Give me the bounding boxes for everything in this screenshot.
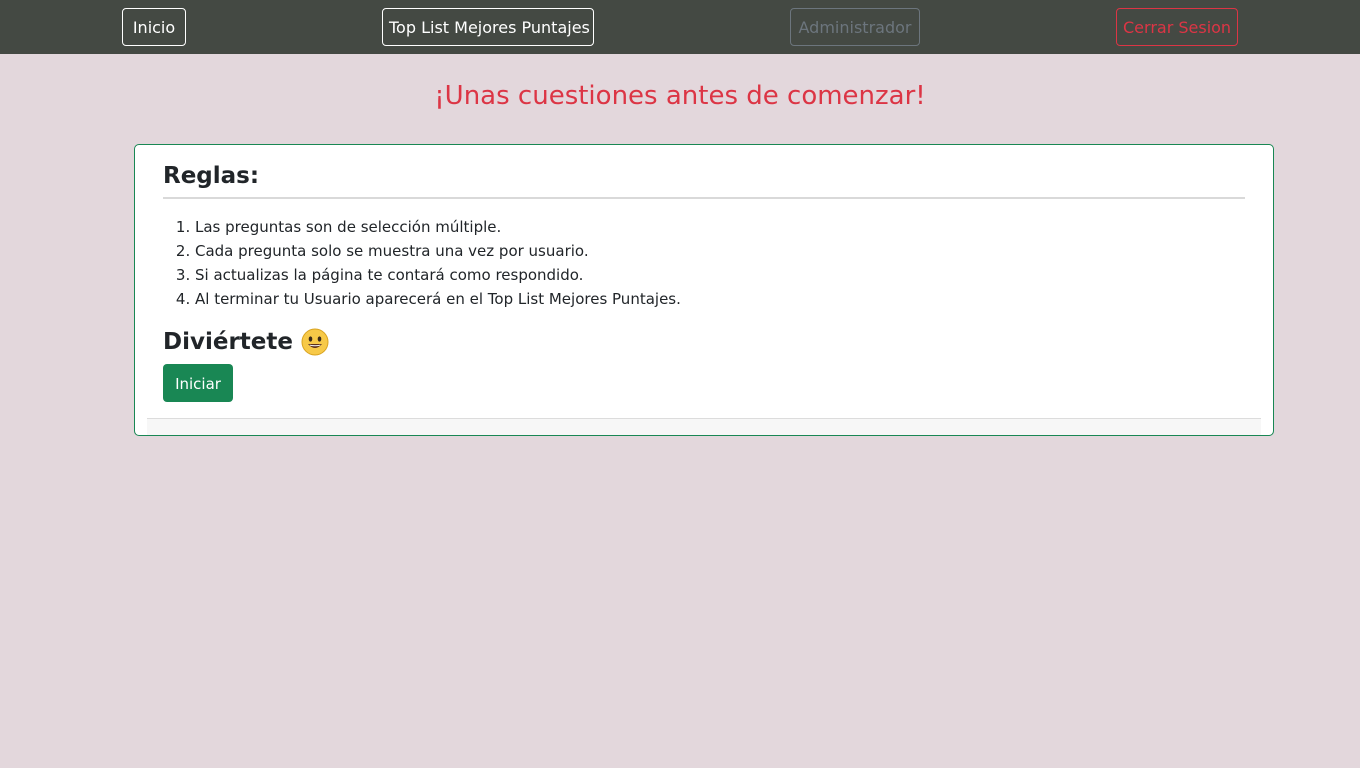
rules-list: Las preguntas son de selección múltiple.… <box>163 215 681 311</box>
smile-icon <box>301 328 329 356</box>
rule-item: Si actualizas la página te contará como … <box>195 263 681 287</box>
page-title: ¡Unas cuestiones antes de comenzar! <box>434 81 926 111</box>
card-footer <box>147 418 1261 435</box>
top-navbar: Inicio Top List Mejores Puntajes Adminis… <box>0 0 1360 54</box>
administrador-button[interactable]: Administrador <box>790 8 920 46</box>
fun-heading: Diviértete <box>163 325 329 359</box>
rule-item: Cada pregunta solo se muestra una vez po… <box>195 239 681 263</box>
rule-item: Las preguntas son de selección múltiple. <box>195 215 681 239</box>
rules-title: Reglas: <box>163 163 260 189</box>
inicio-button[interactable]: Inicio <box>122 8 186 46</box>
cerrar-sesion-button[interactable]: Cerrar Sesion <box>1116 8 1238 46</box>
top-list-button[interactable]: Top List Mejores Puntajes <box>382 8 594 46</box>
divider <box>163 197 1245 199</box>
fun-title-text: Diviértete <box>163 329 293 355</box>
iniciar-button[interactable]: Iniciar <box>163 364 233 402</box>
rules-card: Reglas: Las preguntas son de selección m… <box>134 144 1274 436</box>
rule-item: Al terminar tu Usuario aparecerá en el T… <box>195 287 681 311</box>
